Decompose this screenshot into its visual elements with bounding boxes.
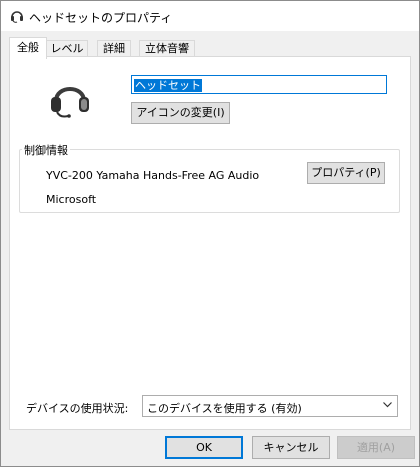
headset-icon — [11, 11, 23, 23]
tab-general[interactable]: 全般 — [9, 37, 47, 59]
title-bar: ヘッドセットのプロパティ — [1, 1, 419, 31]
general-tab-panel: ヘッドセット アイコンの変更(I) 制御情報 YVC-200 Yamaha Ha… — [9, 56, 411, 430]
device-usage-value: このデバイスを使用する (有効) — [147, 402, 302, 415]
device-usage-label: デバイスの使用状況: — [26, 402, 129, 415]
controller-properties-button[interactable]: プロパティ(P) — [307, 162, 385, 184]
ok-button[interactable]: OK — [165, 436, 243, 459]
change-icon-button[interactable]: アイコンの変更(I) — [131, 102, 230, 124]
window-title: ヘッドセットのプロパティ — [29, 11, 173, 25]
controller-name: YVC-200 Yamaha Hands-Free AG Audio — [46, 169, 260, 182]
device-name-text: ヘッドセット — [134, 79, 202, 92]
chevron-down-icon — [383, 402, 392, 408]
apply-button[interactable]: 適用(A) — [337, 436, 415, 459]
headset-icon — [51, 87, 89, 118]
manufacturer-name: Microsoft — [46, 193, 97, 206]
device-usage-select[interactable]: このデバイスを使用する (有効) — [142, 395, 398, 417]
device-name-field[interactable]: ヘッドセット — [131, 75, 387, 94]
cancel-button[interactable]: キャンセル — [252, 436, 330, 459]
properties-dialog: ヘッドセットのプロパティ 全般 レベル 詳細 立体音響 ヘッドセット アイコンの… — [0, 0, 420, 467]
controller-info-label: 制御情報 — [22, 142, 70, 158]
